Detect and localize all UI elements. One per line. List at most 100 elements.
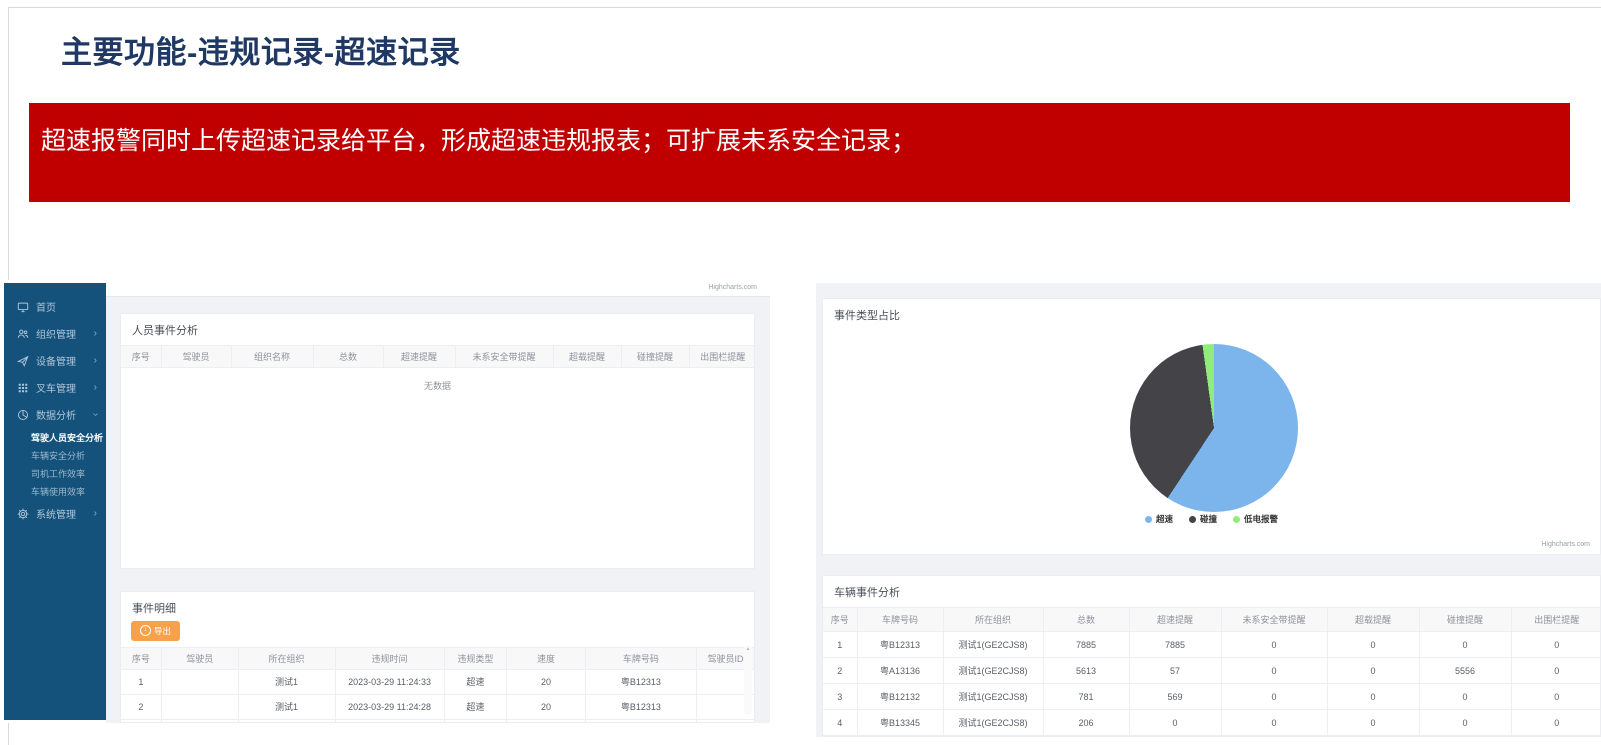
table-cell: 0 [1327, 658, 1419, 684]
legend-dot-icon [1189, 516, 1196, 523]
sidebar-item-label: 首页 [36, 299, 56, 314]
table-cell: 0 [1419, 684, 1511, 710]
pie-icon [17, 409, 29, 421]
column-header: 出围栏提醒 [1511, 608, 1601, 632]
table-cell: 206 [1043, 710, 1129, 736]
table-cell: 0 [1327, 684, 1419, 710]
table-cell: 2023-03-29 11:24:23 [335, 719, 444, 723]
table-cell: 超速 [444, 694, 507, 719]
column-header: 超速提醒 [383, 346, 455, 368]
table-cell: 测试1(GE2CJS8) [943, 658, 1043, 684]
column-header: 车牌号码 [585, 647, 696, 669]
chevron-right-icon: › [94, 508, 97, 519]
table-cell: 粤A13136 [857, 658, 943, 684]
table-cell: 0 [1221, 710, 1327, 736]
sidebar-subitem-驾驶人员安全分析[interactable]: 驾驶人员安全分析 [4, 428, 106, 446]
cutoff-chart-card-bottom: Highcharts.com [106, 280, 770, 297]
table-cell [161, 694, 238, 719]
event-detail-title: 事件明细 [121, 592, 754, 618]
table-cell: 3 [823, 684, 857, 710]
table-row: 3测试12023-03-29 11:24:23超速20粤B12313 [121, 719, 754, 723]
table-cell: 4 [823, 710, 857, 736]
legend-dot-icon [1233, 516, 1240, 523]
personnel-analysis-table: 序号驾驶员组织名称总数超速提醒未系安全带提醒超载提醒碰撞提醒出围栏提醒 [121, 345, 755, 368]
banner-text: 超速报警同时上传超速记录给平台，形成超速违规报表；可扩展未系安全记录； [41, 127, 916, 155]
vehicle-analysis-title: 车辆事件分析 [823, 576, 1600, 607]
column-header: 驾驶员 [161, 346, 231, 368]
sidebar-subitem-车辆使用效率[interactable]: 车辆使用效率 [4, 482, 106, 500]
table-row: 1测试12023-03-29 11:24:33超速20粤B12313 [121, 669, 754, 694]
slide-top-border [8, 7, 1601, 8]
table-cell [161, 719, 238, 723]
sidebar-item-系统管理[interactable]: 系统管理 › [4, 500, 106, 527]
table-cell: 5613 [1043, 658, 1129, 684]
sidebar-item-label: 设备管理 [36, 353, 76, 368]
table-cell: 测试1(GE2CJS8) [943, 710, 1043, 736]
table-cell: 2023-03-29 11:24:33 [335, 669, 444, 694]
scrollbar-up-arrow-icon[interactable]: ▲ [744, 645, 752, 653]
chevron-down-icon: › [90, 413, 101, 416]
sidebar-item-组织管理[interactable]: 组织管理› [4, 320, 106, 347]
table-row: 1粤B12313测试1(GE2CJS8)788578850000 [823, 632, 1601, 658]
event-detail-card: 事件明细 ↓ 导出 序号驾驶员所在组织违规时间违规类型速度车牌号码驾驶员ID1测… [120, 591, 755, 723]
pie-legend: 超速 碰撞 低电报警 [823, 513, 1600, 525]
legend-label: 碰撞 [1200, 513, 1217, 525]
personnel-analysis-card: 人员事件分析 序号驾驶员组织名称总数超速提醒未系安全带提醒超载提醒碰撞提醒出围栏… [120, 313, 755, 569]
legend-item-低电报警[interactable]: 低电报警 [1233, 513, 1278, 525]
table-cell: 1 [121, 669, 161, 694]
table-cell: 569 [1129, 684, 1221, 710]
column-header: 违规类型 [444, 647, 507, 669]
sidebar-item-label: 系统管理 [36, 506, 76, 521]
sidebar-item-数据分析[interactable]: 数据分析 › [4, 401, 106, 428]
table-cell [161, 669, 238, 694]
column-header: 超载提醒 [553, 346, 621, 368]
table-cell: 测试1(GE2CJS8) [943, 684, 1043, 710]
column-header: 序号 [121, 346, 161, 368]
grid-icon [17, 382, 29, 394]
sidebar-item-首页[interactable]: 首页 [4, 293, 106, 320]
legend-item-超速[interactable]: 超速 [1145, 513, 1173, 525]
table-cell: 0 [1327, 710, 1419, 736]
monitor-icon [17, 301, 29, 313]
highcharts-credit[interactable]: Highcharts.com [708, 284, 757, 291]
table-cell: 0 [1221, 658, 1327, 684]
table-cell: 0 [1221, 632, 1327, 658]
table-cell: 0 [1511, 632, 1601, 658]
column-header: 总数 [313, 346, 383, 368]
personnel-analysis-title: 人员事件分析 [121, 314, 754, 345]
chevron-right-icon: › [94, 382, 97, 393]
download-circle-icon: ↓ [140, 625, 151, 636]
table-cell [696, 719, 754, 723]
table-cell: 粤B12132 [857, 684, 943, 710]
column-header: 未系安全带提醒 [1221, 608, 1327, 632]
table-cell: 0 [1511, 684, 1601, 710]
column-header: 所在组织 [943, 608, 1043, 632]
column-header: 违规时间 [335, 647, 444, 669]
table-cell: 0 [1419, 632, 1511, 658]
table-cell: 7885 [1043, 632, 1129, 658]
empty-data-text: 无数据 [121, 368, 754, 392]
send-icon [17, 355, 29, 367]
table-cell: 2023-03-29 11:24:28 [335, 694, 444, 719]
sidebar-subitem-车辆安全分析[interactable]: 车辆安全分析 [4, 446, 106, 464]
pie-chart[interactable] [1130, 344, 1298, 512]
legend-item-碰撞[interactable]: 碰撞 [1189, 513, 1217, 525]
sidebar-item-label: 数据分析 [36, 407, 76, 422]
sidebar-item-label: 组织管理 [36, 326, 76, 341]
sidebar-subitem-司机工作效率[interactable]: 司机工作效率 [4, 464, 106, 482]
sidebar-item-叉车管理[interactable]: 叉车管理› [4, 374, 106, 401]
column-header: 速度 [507, 647, 586, 669]
highcharts-credit[interactable]: Highcharts.com [1541, 541, 1590, 548]
legend-dot-icon [1145, 516, 1152, 523]
table-cell: 测试1 [238, 669, 335, 694]
highlight-banner: 超速报警同时上传超速记录给平台，形成超速违规报表；可扩展未系安全记录； [29, 103, 1570, 202]
table-scrollbar[interactable]: ▲ [744, 645, 752, 715]
column-header: 总数 [1043, 608, 1129, 632]
column-header: 组织名称 [231, 346, 313, 368]
column-header: 碰撞提醒 [1419, 608, 1511, 632]
table-cell: 0 [1221, 684, 1327, 710]
sidebar-item-设备管理[interactable]: 设备管理› [4, 347, 106, 374]
export-button[interactable]: ↓ 导出 [131, 621, 180, 641]
event-type-pie-card: 事件类型占比 超速碰撞低电报警 Highcharts.com [822, 298, 1601, 555]
table-cell: 超速 [444, 669, 507, 694]
